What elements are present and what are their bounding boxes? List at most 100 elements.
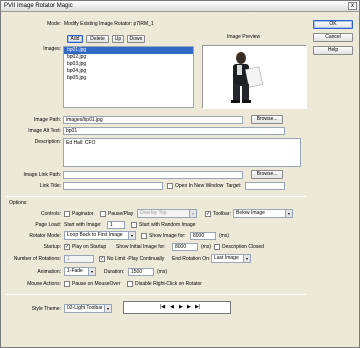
options-label: Options: (9, 200, 28, 206)
play-on-startup-checkbox[interactable]: ✓ (64, 244, 70, 250)
start-with-field[interactable]: 1 (107, 221, 125, 229)
list-item[interactable]: bp04.jpg (64, 68, 193, 75)
mode-label: Mode: (47, 21, 61, 27)
dropdown-arrow-icon: ▾ (189, 210, 196, 217)
pause-play-label: Pause/Play (108, 211, 134, 217)
image-link-path-field[interactable] (63, 171, 243, 179)
open-new-window-checkbox[interactable] (167, 183, 173, 189)
image-path-label: Image Path: (34, 117, 61, 123)
help-button[interactable]: Help (313, 46, 353, 55)
dropdown-arrow-icon: ▾ (128, 232, 135, 239)
toolbar-position-select[interactable]: Below Image ▾ (233, 209, 293, 218)
description-closed-checkbox[interactable] (214, 244, 220, 250)
move-up-button[interactable]: Up (112, 35, 124, 43)
show-image-for-field[interactable]: 8000 (190, 232, 216, 240)
dialog-window: PVII Image Rotator Magic x OK Cancel Hel… (0, 0, 360, 348)
pause-mouseover-label: Pause on MouseOver (72, 281, 121, 287)
rotator-mode-label: Rotator Mode: (29, 233, 61, 239)
show-image-for-unit: (ms) (219, 233, 229, 239)
delete-image-button[interactable]: Delete (86, 35, 109, 43)
page-load-label: Page Load: (35, 222, 61, 228)
description-closed-label: Description Closed (222, 244, 264, 250)
cancel-button[interactable]: Cancel (313, 33, 353, 42)
list-item[interactable]: bp02.jpg (64, 54, 193, 61)
toolbar-preview: |◀ ◀ ▶ ▶ ▶| (123, 301, 231, 314)
list-item[interactable]: bp05.jpg (64, 75, 193, 82)
toolbar-checkbox[interactable]: ✓ (205, 211, 211, 217)
style-theme-value: 02-Light Toolbar (67, 305, 103, 311)
ok-button[interactable]: OK (313, 20, 353, 29)
show-image-for-label: Show Image for: (149, 233, 186, 239)
title-bar: PVII Image Rotator Magic x (1, 1, 359, 12)
target-label: Target: (226, 183, 242, 189)
dropdown-arrow-icon: ▾ (243, 255, 250, 262)
image-link-browse-button[interactable]: Browse... (251, 170, 283, 179)
duration-label: Duration: (104, 269, 125, 275)
separator (6, 196, 306, 197)
play-on-startup-label: Play on Startup (72, 244, 107, 250)
initial-image-field[interactable]: 8000 (172, 243, 198, 251)
dropdown-arrow-icon: ▾ (88, 268, 95, 275)
end-rotation-select[interactable]: Last Image ▾ (211, 254, 251, 263)
start-with-label: Start with Image: (64, 222, 102, 228)
mouse-actions-label: Mouse Actions: (27, 281, 61, 287)
pause-mouseover-checkbox[interactable] (64, 281, 70, 287)
target-field[interactable] (245, 182, 285, 190)
duration-field[interactable]: 1500 (128, 268, 154, 276)
startup-label: Startup: (43, 244, 61, 250)
close-icon[interactable]: x (348, 2, 357, 10)
pause-play-checkbox[interactable] (100, 211, 106, 217)
next-icon: ▶ (187, 304, 191, 310)
end-rotation-label: End Rotation On: (172, 256, 211, 262)
dropdown-arrow-icon: ▾ (104, 305, 111, 312)
overlay-select-value: Overlay Top (140, 210, 167, 216)
move-down-button[interactable]: Down (127, 35, 145, 43)
rotator-mode-select[interactable]: Loop Back to First Image ▾ (64, 231, 136, 240)
mode-value: Modify Existing Image Rotator: p7IRM_1 (64, 21, 154, 27)
image-alt-label: Image Alt Text: (28, 128, 61, 134)
initial-image-unit: (ms) (201, 244, 211, 250)
images-label: Images: (43, 46, 61, 52)
image-path-field[interactable]: images/bp01.jpg (63, 116, 243, 124)
style-theme-select[interactable]: 02-Light Toolbar ▾ (64, 304, 112, 313)
no-limit-checkbox[interactable]: ✓ (99, 256, 105, 262)
image-alt-field[interactable]: bp01 (63, 127, 285, 135)
description-field[interactable]: Ed Hall: CFO (63, 138, 301, 167)
disable-right-click-label: Disable Right-Click on Rotator (135, 281, 202, 287)
link-title-field[interactable] (63, 182, 163, 190)
image-preview (202, 45, 307, 109)
disable-right-click-checkbox[interactable] (127, 281, 133, 287)
paginator-label: Paginator (72, 211, 94, 217)
toolbar-label: Toolbar: (213, 211, 231, 217)
show-image-for-checkbox[interactable] (141, 233, 147, 239)
list-item[interactable]: bp03.jpg (64, 61, 193, 68)
initial-image-label: Show Initial Image for: (116, 244, 166, 250)
separator (6, 294, 306, 295)
animation-value: 1-Fade (67, 268, 83, 274)
animation-label: Animation: (37, 269, 61, 275)
window-title: PVII Image Rotator Magic (4, 3, 73, 9)
animation-select[interactable]: 1-Fade ▾ (64, 267, 96, 276)
previous-icon: ◀ (170, 304, 174, 310)
images-list[interactable]: bp01.jpg bp02.jpg bp03.jpg bp04.jpg bp05.jpg (63, 46, 194, 108)
random-image-label: Start with Random Image (139, 222, 196, 228)
end-rotation-value: Last Image (214, 255, 239, 261)
random-image-checkbox[interactable] (131, 222, 137, 228)
first-icon: |◀ (160, 304, 166, 310)
controls-label: Controls: (40, 211, 61, 217)
rotations-field[interactable]: 1 (64, 255, 94, 263)
paginator-checkbox[interactable] (64, 211, 70, 217)
link-title-label: Link Title: (39, 183, 61, 189)
last-icon: ▶| (195, 304, 201, 310)
play-icon: ▶ (179, 304, 183, 310)
list-item[interactable]: bp01.jpg (64, 47, 193, 54)
no-limit-label: No Limit -Play Continually (107, 256, 165, 262)
add-image-button[interactable]: Add (67, 35, 83, 43)
image-path-browse-button[interactable]: Browse... (251, 115, 283, 124)
duration-unit: (ms) (157, 269, 167, 275)
open-new-window-label: Open In New Window (175, 183, 224, 189)
rotations-label: Number of Rotations: (13, 256, 61, 262)
preview-photo (203, 46, 307, 109)
rotator-mode-value: Loop Back to First Image (67, 232, 123, 238)
overlay-select[interactable]: Overlay Top ▾ (137, 209, 197, 218)
